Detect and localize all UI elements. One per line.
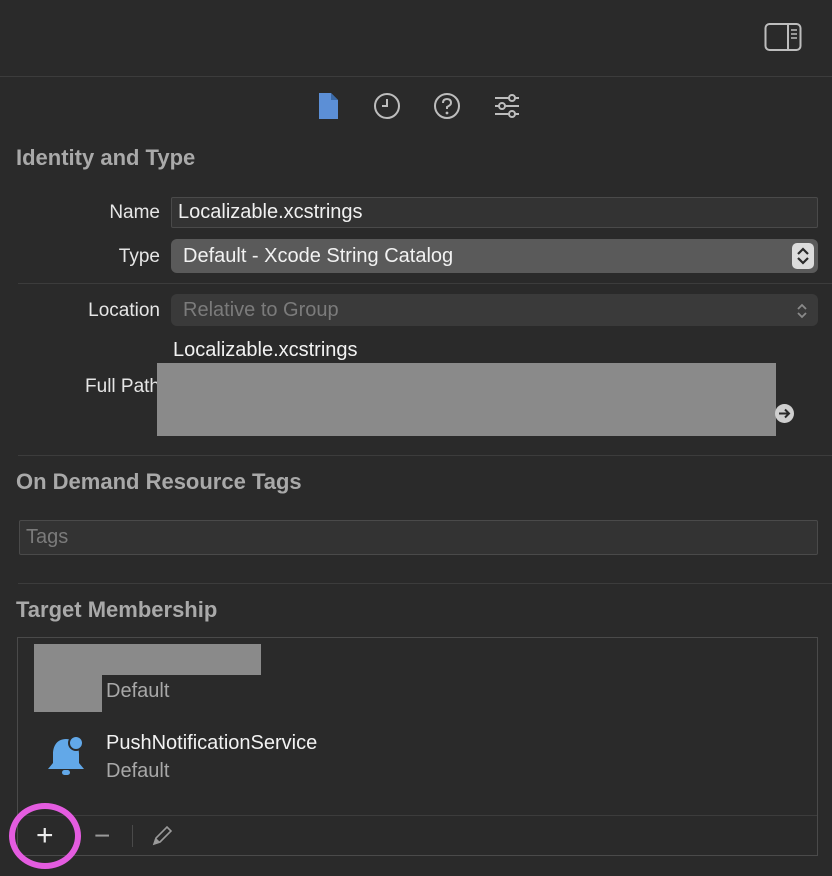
document-icon [319,93,338,119]
name-value: Localizable.xcstrings [178,201,363,223]
target-config: Default [106,760,170,782]
question-icon [434,93,460,119]
inspector-tab-bar [0,88,832,124]
divider [18,455,832,456]
tags-placeholder: Tags [26,526,69,548]
full-path-label: Full Path [85,376,160,397]
divider [18,283,832,284]
highlight-ring [9,803,81,869]
remove-target-button[interactable]: − [94,820,110,852]
location-value: Relative to Group [183,298,339,321]
location-label: Location [88,300,160,321]
pencil-icon[interactable] [150,824,174,848]
divider [18,583,832,584]
type-label: Type [118,246,160,267]
on-demand-section-title: On Demand Resource Tags [16,469,302,494]
target-membership-section-title: Target Membership [16,597,218,622]
type-popup[interactable]: Default - Xcode String Catalog [171,239,818,273]
target-name: PushNotificationService [106,732,318,754]
tags-field[interactable]: Tags [19,520,818,555]
list-toolbar-divider [18,815,817,816]
location-popup[interactable]: Relative to Group [171,294,818,326]
toggle-inspector-icon[interactable] [764,22,802,52]
identity-section-title: Identity and Type [16,145,196,170]
popup-stepper-icon [792,243,814,269]
type-value: Default - Xcode String Catalog [183,244,454,267]
tab-file-inspector[interactable] [310,88,346,124]
target-list: Default PushNotificationService Default … [17,637,818,856]
reveal-in-finder-icon[interactable] [774,403,795,424]
target-name-redacted [34,644,261,675]
clock-icon [374,93,400,119]
tab-quick-help[interactable] [429,88,465,124]
bell-icon [42,733,90,781]
name-field[interactable]: Localizable.xcstrings [171,197,818,228]
name-label: Name [109,202,160,223]
toolbar-separator [132,825,133,847]
toolbar-divider [0,76,832,77]
tab-history[interactable] [369,88,405,124]
chevron-updown-icon [797,303,807,319]
target-icon-redacted [34,674,102,712]
location-filename: Localizable.xcstrings [173,339,358,361]
target-config: Default [106,680,170,702]
full-path-value-redacted [157,363,776,436]
tab-attributes[interactable] [489,88,525,124]
sliders-icon [495,94,519,118]
